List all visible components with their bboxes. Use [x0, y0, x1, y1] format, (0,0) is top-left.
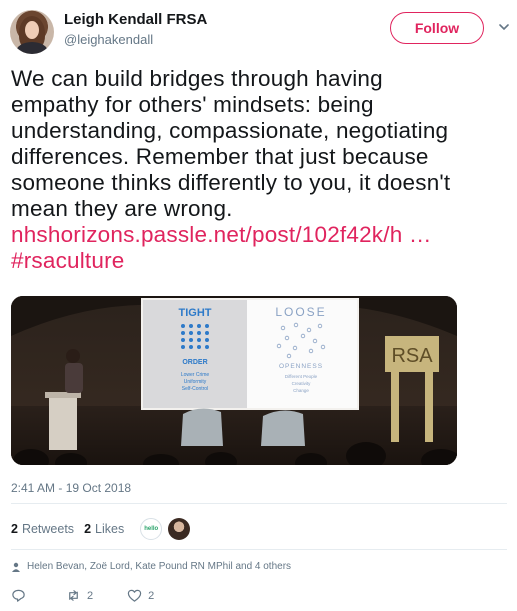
slide-left-subtitle: ORDER	[182, 359, 207, 366]
divider	[11, 549, 507, 550]
like-count: 2	[148, 589, 155, 602]
author-avatar[interactable]	[10, 10, 54, 54]
tweet-timestamp[interactable]: 2:41 AM - 19 Oct 2018	[11, 481, 131, 495]
liker-avatar[interactable]	[168, 518, 191, 540]
likes-stat[interactable]: 2 Likes	[84, 522, 124, 536]
tweet-text: We can build bridges through having empa…	[11, 66, 507, 274]
likes-label: Likes	[95, 522, 125, 536]
hello-logo: hello	[144, 526, 159, 532]
retweet-button[interactable]: 2	[66, 588, 93, 603]
slide-right-item: Creativity	[292, 381, 312, 386]
tweet-stats: 2 Retweets 2 Likes hello	[11, 518, 191, 540]
hashtag-link[interactable]: #rsaculture	[11, 248, 507, 274]
chevron-down-icon[interactable]	[497, 20, 511, 34]
retweets-label: Retweets	[21, 522, 75, 536]
slide-left-item: Self-Control	[182, 386, 208, 392]
tweet-link[interactable]: nhshorizons.passle.net/post/102f42k/h …	[11, 222, 507, 248]
person-icon	[12, 562, 20, 572]
liker-avatar[interactable]: hello	[140, 518, 163, 540]
reply-button[interactable]	[11, 588, 32, 603]
slide-left-title: TIGHT	[179, 307, 212, 319]
follow-button[interactable]: Follow	[390, 12, 484, 44]
likes-count: 2	[84, 522, 92, 536]
tweet-line: mean they are wrong.	[11, 196, 233, 221]
author-name[interactable]: Leigh Kendall FRSA	[64, 11, 207, 28]
rsa-sign: RSA	[391, 345, 433, 367]
divider	[11, 503, 507, 504]
tweet-line: understanding, compassionate, negotiatin…	[11, 118, 449, 143]
retweets-stat[interactable]: 2 Retweets	[11, 522, 74, 536]
likers-text: Helen Bevan, Zoë Lord, Kate Pound RN MPh…	[27, 561, 292, 572]
slide-right-title: LOOSE	[275, 305, 326, 319]
like-button[interactable]: 2	[127, 588, 154, 603]
retweets-count: 2	[11, 522, 18, 536]
tweet-line: someone thinks differently to you, it do…	[11, 170, 451, 195]
tweet-line: empathy for others' mindsets: being	[11, 92, 374, 117]
slide-left-item: Lower Crime	[181, 372, 210, 378]
stage-photo: TIGHT ORDER Lower Crime Uniformity Self-…	[11, 296, 457, 465]
tweet-actions: 2 2	[11, 588, 188, 603]
slide-right-item: Different People	[285, 374, 318, 379]
likers-summary[interactable]: Helen Bevan, Zoë Lord, Kate Pound RN MPh…	[11, 561, 291, 572]
author-handle[interactable]: @leighakendall	[64, 32, 153, 47]
heart-icon	[127, 589, 142, 602]
slide-right-subtitle: OPENNESS	[279, 363, 323, 370]
tweet-header: Leigh Kendall FRSA @leighakendall Follow	[10, 8, 509, 56]
retweet-icon	[69, 590, 78, 601]
tweet-line: We can build bridges through having	[11, 66, 383, 91]
retweet-count: 2	[87, 589, 94, 602]
slide-left-item: Uniformity	[184, 379, 207, 385]
tweet-line: differences. Remember that just because	[11, 144, 429, 169]
slide-right-item: Change	[293, 388, 309, 393]
reply-icon	[12, 589, 25, 602]
tweet-photo[interactable]: TIGHT ORDER Lower Crime Uniformity Self-…	[11, 296, 457, 465]
